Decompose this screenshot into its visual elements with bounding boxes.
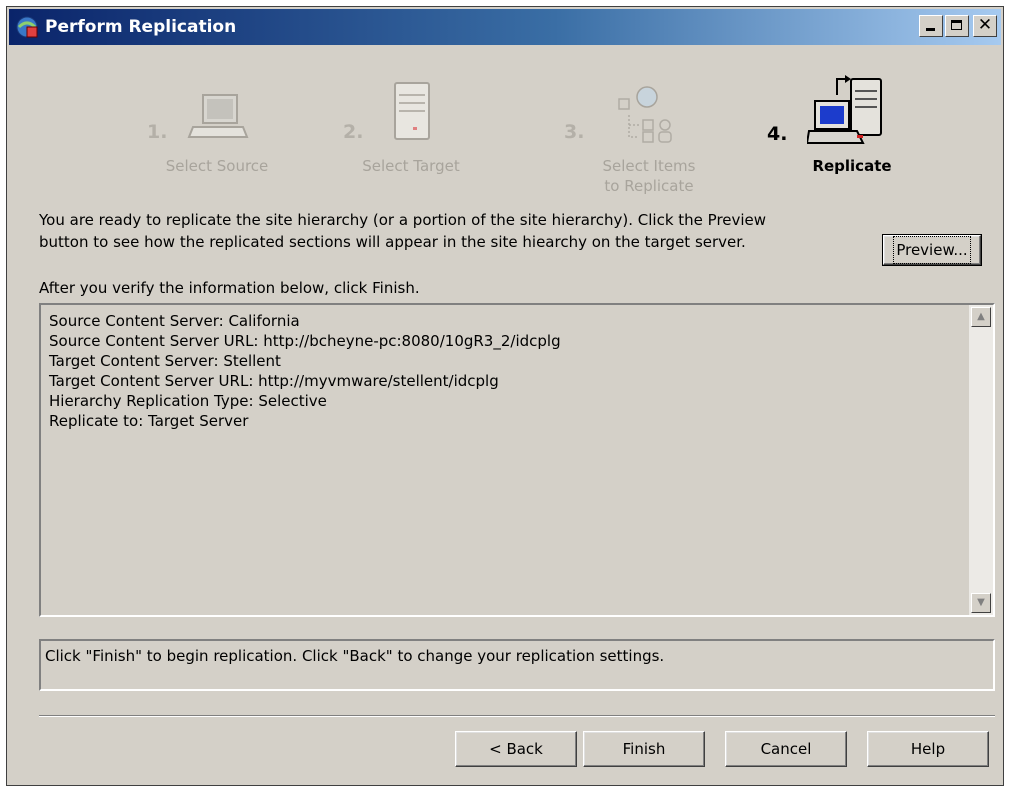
replication-app-icon	[16, 16, 38, 38]
step-2-number: 2.	[343, 121, 364, 143]
close-button[interactable]: ✕	[973, 15, 997, 37]
finish-button[interactable]: Finish	[583, 731, 705, 767]
finish-button-label: Finish	[622, 740, 666, 758]
intro-line-1: You are ready to replicate the site hier…	[39, 211, 767, 229]
scroll-down-button[interactable]: ▼	[971, 593, 991, 613]
checklist-tree-icon	[618, 86, 672, 143]
summary-target-server: Target Content Server: Stellent	[49, 352, 281, 370]
cancel-button-label: Cancel	[760, 740, 812, 758]
step-1-label: Select Source	[165, 157, 269, 175]
summary-target-url: Target Content Server URL: http://myvmwa…	[49, 372, 499, 390]
maximize-icon	[951, 20, 962, 30]
preview-button[interactable]: Preview...	[882, 234, 982, 266]
summary-lines: Source Content Server: California Source…	[49, 311, 561, 431]
back-button-label: < Back	[489, 740, 543, 758]
perform-replication-dialog: Perform Replication ✕ 1. Select Source 2…	[6, 6, 1004, 786]
window-title: Perform Replication	[45, 17, 237, 37]
replication-summary[interactable]: Source Content Server: California Source…	[39, 303, 995, 617]
minimize-icon	[926, 28, 935, 31]
vertical-scrollbar[interactable]: ▲ ▼	[969, 305, 993, 615]
computer-icon	[187, 94, 249, 138]
summary-replicate-to: Replicate to: Target Server	[49, 412, 249, 430]
step-2-label: Select Target	[362, 157, 460, 175]
step-4-label: Replicate	[812, 157, 892, 175]
summary-replication-type: Hierarchy Replication Type: Selective	[49, 392, 327, 410]
step-3-number: 3.	[564, 121, 585, 143]
step-4-number: 4.	[767, 123, 788, 145]
minimize-button[interactable]	[919, 15, 943, 37]
cancel-button[interactable]: Cancel	[725, 731, 847, 767]
status-message: Click "Finish" to begin replication. Cli…	[39, 639, 995, 691]
step-1-number: 1.	[147, 121, 168, 143]
close-icon: ✕	[977, 15, 993, 35]
step-3-label-line2: to Replicate	[604, 177, 694, 195]
server-icon	[394, 82, 430, 140]
intro-line-2: button to see how the replicated section…	[39, 233, 746, 251]
summary-source-url: Source Content Server URL: http://bcheyn…	[49, 332, 561, 350]
summary-source-server: Source Content Server: California	[49, 312, 300, 330]
help-button-label: Help	[910, 740, 946, 758]
scroll-up-button[interactable]: ▲	[971, 307, 991, 327]
intro-text: You are ready to replicate the site hier…	[39, 209, 859, 253]
back-button[interactable]: < Back	[455, 731, 577, 767]
button-separator	[39, 715, 995, 717]
replicate-icon	[807, 75, 882, 144]
maximize-button[interactable]	[945, 15, 969, 37]
title-bar[interactable]: Perform Replication ✕	[9, 9, 1001, 45]
verify-instruction: After you verify the information below, …	[39, 279, 420, 297]
step-3-label-line1: Select Items	[602, 157, 696, 175]
help-button[interactable]: Help	[867, 731, 989, 767]
preview-button-label: Preview...	[893, 236, 971, 264]
